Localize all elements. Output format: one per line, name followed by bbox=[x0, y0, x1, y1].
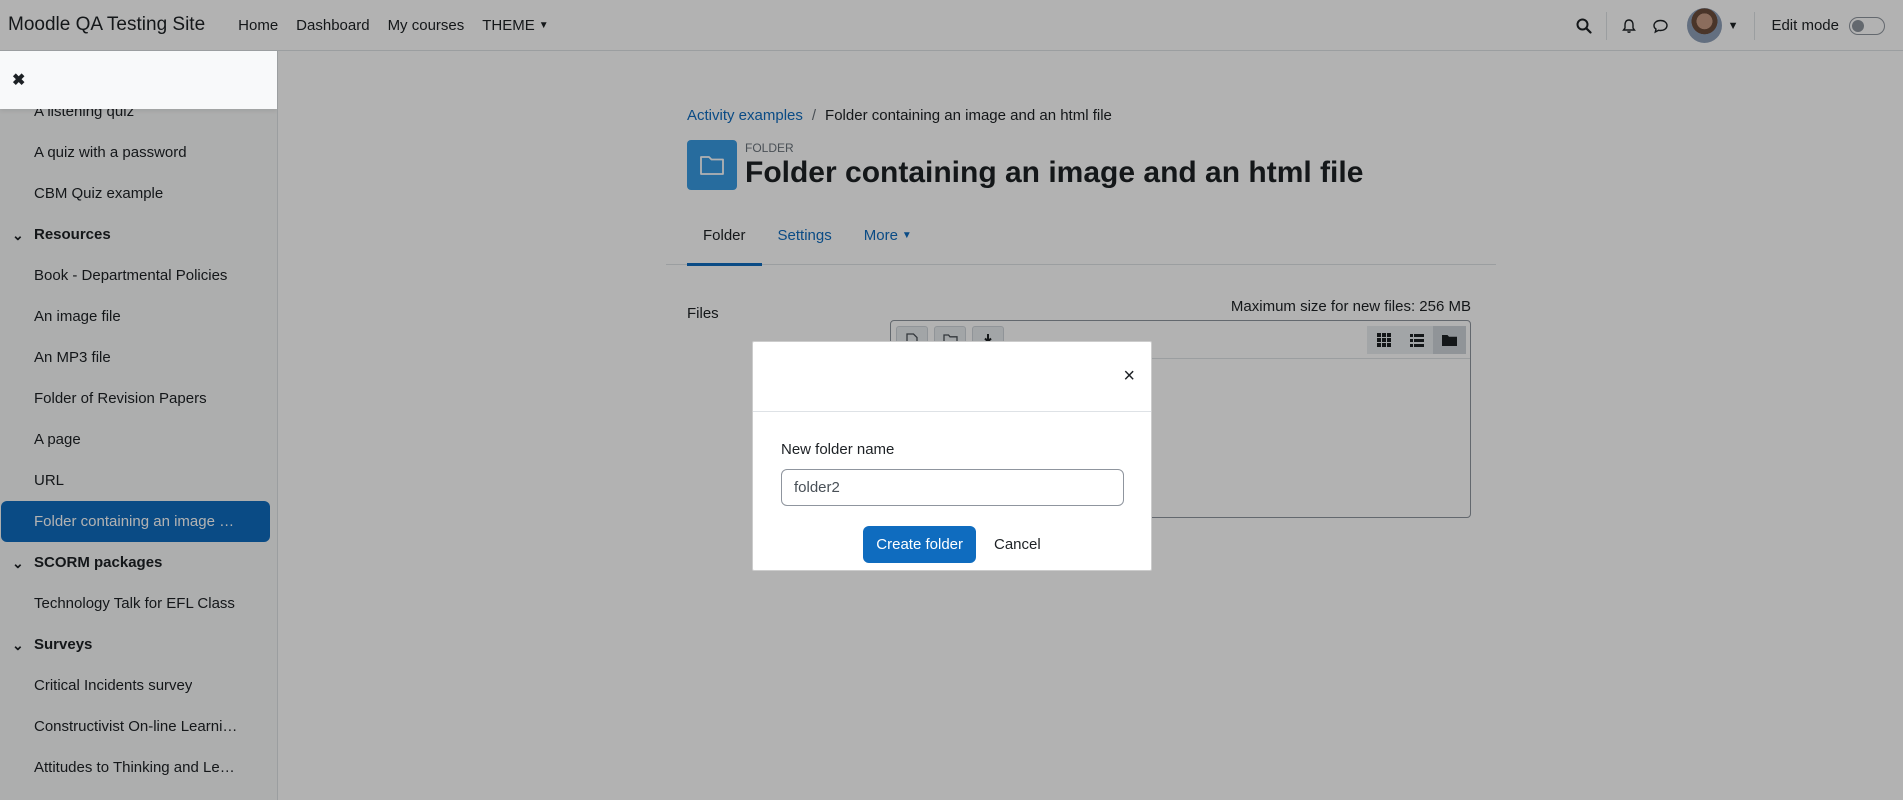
folder-name-label: New folder name bbox=[781, 441, 895, 458]
dialog-actions: Create folder Cancel bbox=[781, 526, 1123, 563]
cancel-button[interactable]: Cancel bbox=[994, 536, 1041, 553]
dialog-body: New folder name folder2 Create folder Ca… bbox=[753, 441, 1151, 563]
create-folder-button[interactable]: Create folder bbox=[863, 526, 976, 563]
drawer-header: ✖ bbox=[0, 51, 277, 109]
dialog-header: × bbox=[753, 342, 1151, 412]
close-icon[interactable]: ✖ bbox=[12, 70, 25, 90]
close-icon[interactable]: × bbox=[1123, 366, 1135, 386]
folder-name-input[interactable]: folder2 bbox=[781, 469, 1124, 506]
create-folder-dialog: × New folder name folder2 Create folder … bbox=[752, 341, 1152, 571]
